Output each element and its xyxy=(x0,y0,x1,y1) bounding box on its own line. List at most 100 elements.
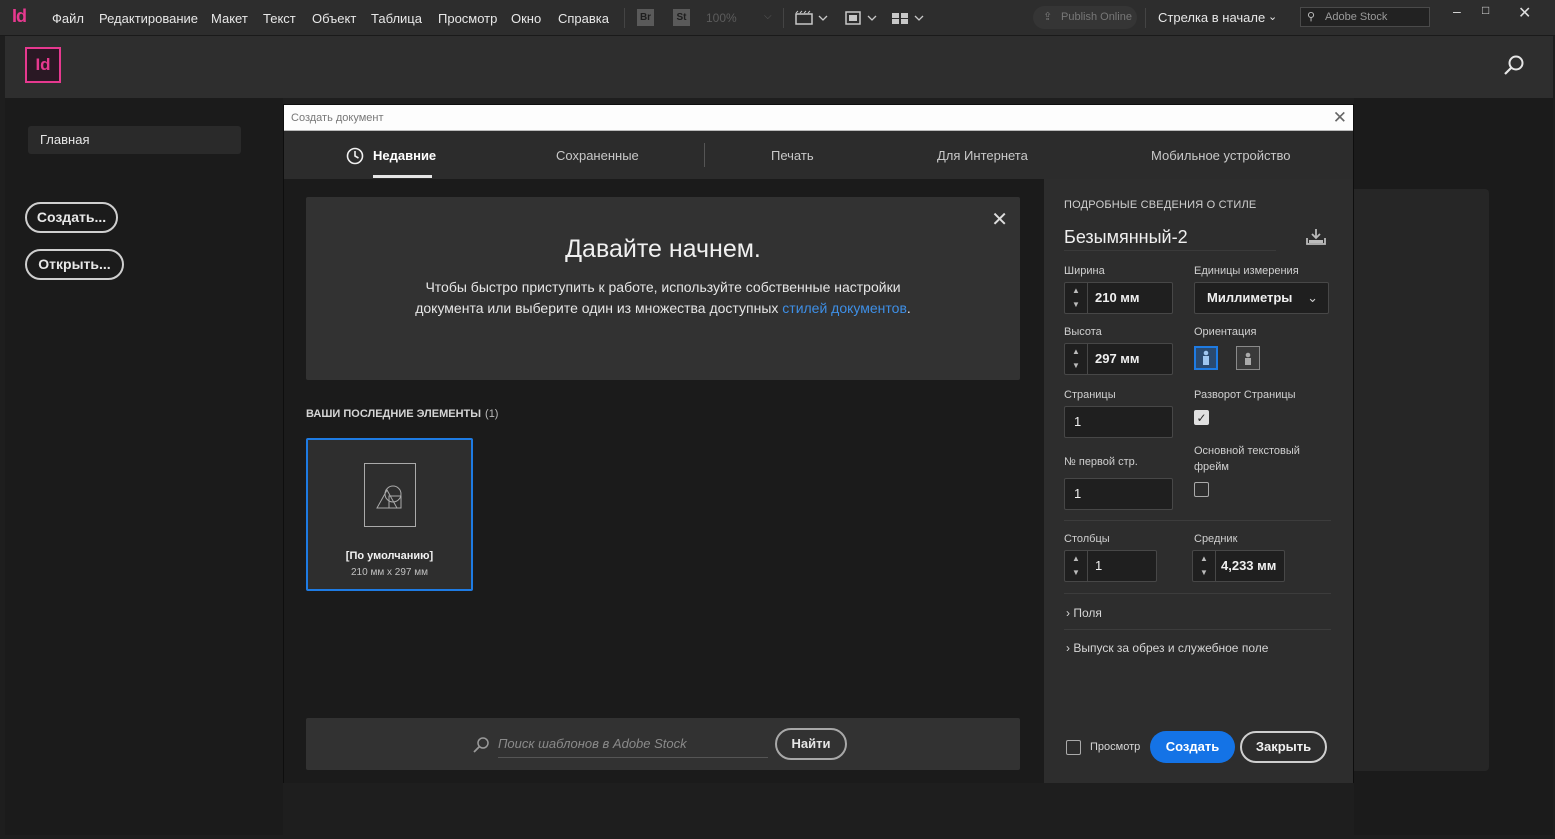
pages-field[interactable]: 1 xyxy=(1064,406,1173,438)
section-divider xyxy=(1064,593,1331,594)
height-label: Высота xyxy=(1064,326,1102,338)
tab-web[interactable]: Для Интернета xyxy=(937,148,1028,163)
document-preset-icon xyxy=(364,463,416,527)
document-presets-link[interactable]: стилей документов xyxy=(782,300,907,316)
section-divider xyxy=(1064,520,1331,521)
margins-label: Поля xyxy=(1073,606,1102,620)
open-button[interactable]: Открыть... xyxy=(25,249,124,280)
bleed-slug-label: Выпуск за обрез и служебное поле xyxy=(1073,641,1269,655)
menu-object[interactable]: Объект xyxy=(312,11,356,26)
width-field[interactable]: ▲ ▼ 210 мм xyxy=(1064,282,1173,314)
tab-mobile[interactable]: Мобильное устройство xyxy=(1151,148,1291,163)
recent-items-title: ВАШИ ПОСЛЕДНИЕ ЭЛЕМЕНТЫ (1) xyxy=(306,408,498,420)
gutter-value: 4,233 мм xyxy=(1221,558,1277,573)
preview-checkbox[interactable] xyxy=(1066,740,1081,755)
preset-details-panel: ПОДРОБНЫЕ СВЕДЕНИЯ О СТИЛЕ Безымянный-2 … xyxy=(1044,179,1353,783)
maximize-icon[interactable]: □ xyxy=(1482,3,1489,17)
menu-table[interactable]: Таблица xyxy=(371,11,422,26)
primary-text-frame-checkbox[interactable] xyxy=(1194,482,1209,497)
menu-window[interactable]: Окно xyxy=(511,11,541,26)
arrange-documents-icon[interactable] xyxy=(891,9,927,27)
chevron-down-icon[interactable]: ⌵ xyxy=(764,11,772,22)
app-logo: Id xyxy=(12,6,27,26)
find-button[interactable]: Найти xyxy=(775,728,847,760)
stepper-icon[interactable]: ▲ ▼ xyxy=(1193,551,1215,581)
landscape-orientation-icon[interactable] xyxy=(1236,346,1260,370)
create-button[interactable]: Создать... xyxy=(25,202,118,233)
bleed-slug-expander[interactable]: › Выпуск за обрез и служебное поле xyxy=(1066,641,1268,655)
menu-type[interactable]: Текст xyxy=(263,11,296,26)
stepper-icon[interactable]: ▲ ▼ xyxy=(1065,344,1087,374)
units-value: Миллиметры xyxy=(1207,290,1293,305)
primary-text-frame-label-line1: Основной текстовый xyxy=(1194,445,1300,457)
stock-button[interactable]: St xyxy=(673,9,690,26)
facing-pages-checkbox[interactable]: ✓ xyxy=(1194,410,1209,425)
stepper-icon[interactable]: ▲ ▼ xyxy=(1065,283,1087,313)
publish-label: Publish Online xyxy=(1061,11,1132,23)
columns-label: Столбцы xyxy=(1064,533,1110,545)
start-page-field[interactable]: 1 xyxy=(1064,478,1173,510)
toolbar-divider xyxy=(624,8,625,28)
portrait-orientation-icon[interactable] xyxy=(1194,346,1218,370)
tab-print[interactable]: Печать xyxy=(771,148,814,163)
close-window-icon[interactable]: ✕ xyxy=(1518,3,1531,23)
search-icon: ⚲ xyxy=(1307,11,1316,23)
preset-name: [По умолчанию] xyxy=(345,550,434,562)
dialog-title-bar: Создать документ ✕ xyxy=(284,105,1353,131)
document-name-field[interactable]: Безымянный-2 xyxy=(1064,227,1276,251)
menu-file[interactable]: Файл xyxy=(52,11,84,26)
tab-saved[interactable]: Сохраненные xyxy=(556,148,639,163)
recent-title-text: ВАШИ ПОСЛЕДНИЕ ЭЛЕМЕНТЫ xyxy=(306,408,482,420)
stepper-icon[interactable]: ▲ ▼ xyxy=(1065,551,1087,581)
close-icon[interactable]: ✕ xyxy=(1333,109,1347,126)
recent-count: (1) xyxy=(485,408,499,420)
frame-view-icon[interactable] xyxy=(844,9,880,27)
zoom-level[interactable]: 100% xyxy=(706,11,737,25)
tab-recent[interactable]: Недавние xyxy=(373,148,436,163)
start-page-value: 1 xyxy=(1074,486,1082,501)
toolbar-divider xyxy=(1145,8,1146,28)
chevron-down-icon[interactable]: ⌄ xyxy=(1268,10,1277,23)
menu-view[interactable]: Просмотр xyxy=(438,11,497,26)
minimize-icon[interactable]: – xyxy=(1453,3,1461,19)
field-divider xyxy=(1087,283,1088,313)
screen-mode-icon[interactable] xyxy=(795,9,831,27)
pages-label: Страницы xyxy=(1064,389,1116,401)
sidebar-item-home[interactable]: Главная xyxy=(28,126,241,154)
dialog-title: Создать документ xyxy=(291,112,384,124)
stock-template-search: Поиск шаблонов в Adobe Stock Найти xyxy=(306,718,1020,770)
indesign-logo: Id xyxy=(25,47,61,83)
margins-expander[interactable]: › Поля xyxy=(1066,606,1102,620)
recent-preset-card[interactable]: [По умолчанию] 210 мм x 297 мм xyxy=(306,438,473,591)
create-document-button[interactable]: Создать xyxy=(1150,731,1235,763)
close-dialog-button[interactable]: Закрыть xyxy=(1240,731,1327,763)
home-header: Id xyxy=(5,36,1553,98)
tab-divider xyxy=(704,143,705,167)
save-preset-icon[interactable] xyxy=(1304,227,1328,247)
preview-label: Просмотр xyxy=(1090,741,1141,753)
clock-icon xyxy=(346,147,364,165)
adobe-stock-search[interactable]: ⚲ Adobe Stock xyxy=(1300,7,1430,27)
units-select[interactable]: Миллиметры ⌄ xyxy=(1194,282,1329,314)
welcome-text-end: . xyxy=(906,300,911,316)
publish-online-button[interactable]: ⇪ Publish Online xyxy=(1033,6,1137,29)
menu-layout[interactable]: Макет xyxy=(211,11,248,26)
active-tab-indicator xyxy=(373,175,432,178)
welcome-description: Чтобы быстро приступить к работе, исполь… xyxy=(406,277,920,319)
search-icon[interactable] xyxy=(1503,55,1525,77)
bridge-button[interactable]: Br xyxy=(637,9,654,26)
chevron-right-icon: › xyxy=(1066,641,1070,655)
start-page-label: № первой стр. xyxy=(1064,456,1138,468)
columns-field[interactable]: ▲ ▼ 1 xyxy=(1064,550,1157,582)
menu-bar: Id Файл Редактирование Макет Текст Объек… xyxy=(0,0,1555,36)
new-document-dialog: Создать документ ✕ Недавние Сохраненные … xyxy=(283,104,1354,783)
search-icon xyxy=(473,737,489,753)
menu-help[interactable]: Справка xyxy=(558,11,609,26)
gutter-field[interactable]: ▲ ▼ 4,233 мм xyxy=(1192,550,1285,582)
workspace-switcher[interactable]: Стрелка в начале xyxy=(1158,10,1265,25)
preset-size: 210 мм x 297 мм xyxy=(351,567,428,578)
stock-template-input[interactable]: Поиск шаблонов в Adobe Stock xyxy=(498,734,768,758)
height-field[interactable]: ▲ ▼ 297 мм xyxy=(1064,343,1173,375)
close-icon[interactable]: ✕ xyxy=(991,207,1008,232)
menu-edit[interactable]: Редактирование xyxy=(99,11,198,26)
